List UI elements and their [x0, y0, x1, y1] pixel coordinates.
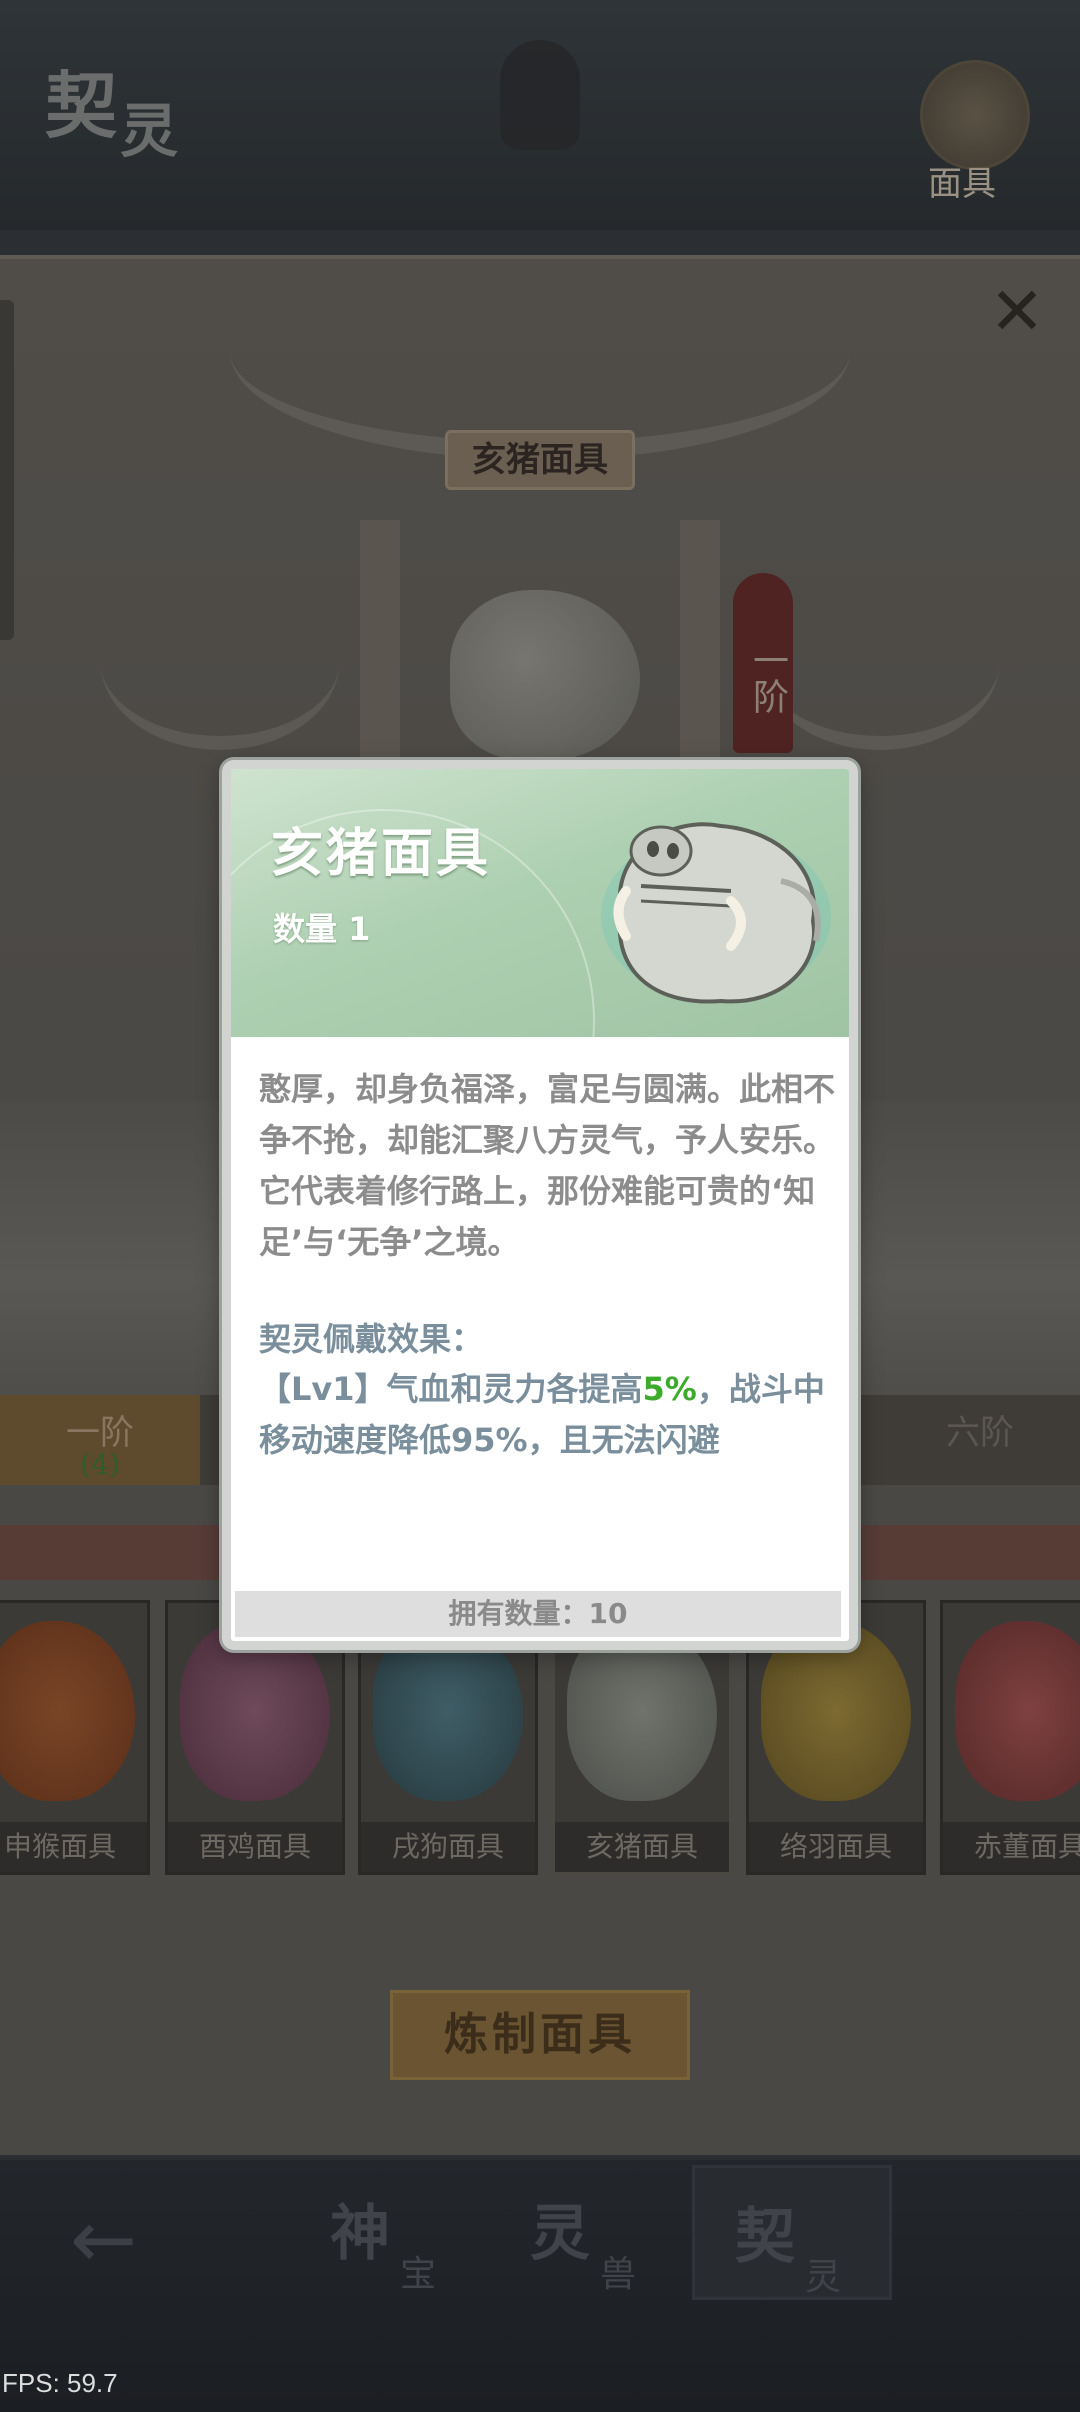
popup-effect-text: 【Lv1】气血和灵力各提高5%，战斗中移动速度降低95%，且无法闪避	[259, 1364, 839, 1466]
popup-header: 亥猪面具 数量 1	[231, 769, 849, 1233]
top-header: 契 灵 面具	[0, 0, 1080, 230]
page-logo: 契 灵	[30, 40, 210, 190]
rank-tab-label: 六阶	[946, 1413, 1014, 1453]
craft-mask-button[interactable]: 炼制面具	[390, 1990, 690, 2080]
popup-quantity: 数量 1	[273, 910, 371, 948]
mask-card-name: 酉鸡面具	[168, 1822, 342, 1872]
mask-menu-label: 面具	[928, 164, 996, 204]
mask-card-name: 络羽面具	[749, 1822, 923, 1872]
back-arrow-icon[interactable]: ←	[70, 2200, 160, 2280]
mask-menu-icon	[920, 60, 1030, 170]
popup-owned-count: 拥有数量：10	[235, 1591, 841, 1637]
nav-tab-big: 神	[330, 2199, 390, 2269]
mask-card[interactable]: 申猴面具	[0, 1600, 150, 1875]
nav-tab-beast[interactable]: 灵 兽	[490, 2165, 690, 2300]
popup-effect-label: 契灵佩戴效果：	[259, 1320, 484, 1358]
mask-card-art	[955, 1621, 1080, 1801]
nav-tab-small: 灵	[805, 2257, 842, 2298]
logo-char-1: 契	[45, 63, 118, 148]
effect-highlight: 5%	[642, 1370, 697, 1408]
nav-tab-small: 宝	[400, 2254, 437, 2295]
fps-counter: FPS: 59.7	[2, 2368, 118, 2398]
gate-title: 亥猪面具	[445, 430, 635, 490]
header-emblem	[500, 40, 580, 150]
mask-card-name: 亥猪面具	[555, 1822, 729, 1872]
rank-tab-label: 一阶	[66, 1413, 134, 1453]
side-handle[interactable]	[0, 300, 14, 640]
logo-char-2: 灵	[120, 97, 179, 165]
popup-title: 亥猪面具	[271, 823, 492, 884]
nav-tab-big: 灵	[530, 2199, 590, 2269]
boar-mask-icon	[601, 822, 831, 1004]
mask-card[interactable]: 赤董面具	[940, 1600, 1080, 1875]
rank-tab-count: (4)	[80, 1448, 120, 1481]
mask-card-name: 赤董面具	[943, 1822, 1080, 1872]
popup-description: 憨厚，却身负福泽，富足与圆满。此相不争不抢，却能汇聚八方灵气，予人安乐。它代表着…	[259, 1070, 836, 1261]
mask-card-name: 戌狗面具	[361, 1822, 535, 1872]
close-icon[interactable]: ✕	[985, 279, 1049, 345]
nav-tab-treasure[interactable]: 神 宝	[290, 2165, 490, 2300]
rank-banner: 一阶	[733, 573, 793, 753]
rank-tab-1[interactable]: 一阶 (4)	[0, 1395, 200, 1485]
mask-menu-button[interactable]: 面具	[920, 60, 1040, 210]
nav-tab-small: 兽	[600, 2254, 637, 2295]
nav-tab-contract[interactable]: 契 灵	[692, 2165, 892, 2300]
mask-card-art	[0, 1621, 135, 1801]
rank-tab-6[interactable]: 六阶	[880, 1395, 1080, 1485]
item-detail-popup: 亥猪面具 数量 1 憨厚，却身负福泽，富足与圆满。此相不争不抢，却能汇聚八方灵气…	[222, 760, 858, 1650]
nav-tab-big: 契	[735, 2202, 795, 2272]
effect-prefix: 【Lv1】气血和灵力各提高	[259, 1370, 643, 1408]
mask-card-name: 申猴面具	[0, 1822, 147, 1872]
